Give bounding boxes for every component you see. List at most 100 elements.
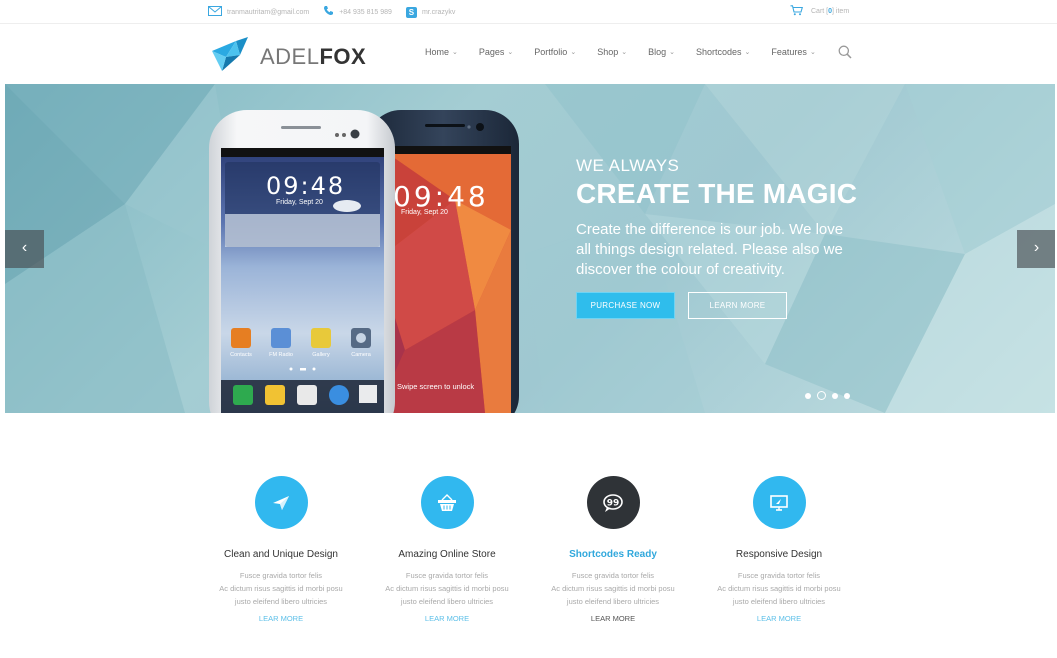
feature-learn-more-link[interactable]: LEAR MORE [425, 614, 469, 623]
fox-logo-icon [210, 37, 250, 76]
app-label-fm-radio: FM Radio [269, 352, 293, 358]
front-phone-time: 09:48 [266, 172, 346, 200]
nav-item-blog[interactable]: Blog ⌄ [648, 47, 675, 57]
envelope-icon [208, 5, 222, 19]
learn-more-button[interactable]: LEARN MORE [688, 292, 787, 319]
email-contact[interactable]: tranmautritam@gmail.com [208, 5, 310, 19]
nav-item-shortcodes[interactable]: Shortcodes ⌄ [696, 47, 750, 57]
feature-responsive-design: Responsive Design Fusce gravida tortor f… [696, 476, 862, 646]
app-label-camera: Camera [351, 352, 371, 358]
nav-label: Portfolio [534, 47, 568, 57]
feature-desc-line: Ac dictum risus sagittis id morbi posu [717, 584, 841, 593]
contact-info: tranmautritam@gmail.com +84 935 815 989 … [208, 5, 455, 19]
nav-item-portfolio[interactable]: Portfolio ⌄ [534, 47, 576, 57]
logo-text: ADELFOX [260, 44, 366, 70]
feature-description: Fusce gravida tortor felis Ac dictum ris… [219, 569, 342, 608]
feature-description: Fusce gravida tortor felis Ac dictum ris… [551, 569, 674, 608]
feature-desc-line: justo eleifend libero ultricies [732, 597, 826, 606]
nav-label: Pages [478, 47, 505, 57]
feature-description: Fusce gravida tortor felis Ac dictum ris… [717, 569, 840, 608]
site-header: ADELFOX Home ⌄ Pages ⌄ Portfolio ⌄ Shop ⌄ Bl… [0, 25, 1057, 83]
nav-label: Shop [597, 47, 619, 57]
slider-dots [805, 391, 850, 400]
app-label-gallery: Gallery [312, 352, 330, 358]
chevron-down-icon: ⌄ [507, 49, 514, 56]
feature-clean-design: Clean and Unique Design Fusce gravida to… [198, 476, 364, 646]
main-nav: Home ⌄ Pages ⌄ Portfolio ⌄ Shop ⌄ Blog ⌄ Shor… [425, 47, 837, 57]
hero-subtitle: WE ALWAYS [576, 156, 680, 175]
chevron-down-icon: ⌄ [744, 49, 751, 56]
slider-dot-3[interactable] [832, 392, 838, 399]
email-text: tranmautritam@gmail.com [227, 8, 310, 16]
feature-desc-line: Ac dictum risus sagittis id morbi posu [219, 584, 343, 593]
feature-description: Fusce gravida tortor felis Ac dictum ris… [385, 569, 508, 608]
feature-desc-line: Fusce gravida tortor felis [405, 571, 489, 580]
skype-text: mr.crazykv [421, 8, 456, 16]
skype-contact[interactable]: S mr.crazykv [405, 6, 456, 18]
hero-text: WE ALWAYS CREATE THE MAGIC Create the di… [576, 156, 857, 280]
top-bar: tranmautritam@gmail.com +84 935 815 989 … [0, 0, 1057, 24]
nav-item-features[interactable]: Features ⌄ [771, 47, 815, 57]
feature-title: Clean and Unique Design [224, 549, 338, 560]
basket-icon [420, 476, 474, 529]
feature-shortcodes: 99 Shortcodes Ready Fusce gravida tortor… [530, 476, 696, 646]
chevron-down-icon: ⌄ [621, 49, 628, 56]
phone-front: 09:48 Friday, Sept 20 Contacts FM Radio … [209, 110, 395, 413]
prev-slide-button[interactable]: ‹ [5, 230, 44, 268]
slider-dot-1[interactable] [805, 392, 811, 399]
cart-prefix: Cart [ [811, 8, 829, 15]
phone-contact[interactable]: +84 935 815 989 [323, 5, 392, 19]
front-phone-date: Friday, Sept 20 [276, 199, 323, 206]
feature-desc-line: Fusce gravida tortor felis [571, 571, 655, 580]
feature-learn-more-link[interactable]: LEAR MORE [757, 614, 801, 623]
feature-learn-more-link[interactable]: LEAR MORE [591, 614, 635, 623]
nav-item-shop[interactable]: Shop ⌄ [597, 47, 627, 57]
phone-text: +84 935 815 989 [339, 8, 392, 16]
logo[interactable]: ADELFOX [210, 37, 366, 76]
quote-bubble-icon: 99 [586, 476, 640, 529]
skype-icon: S [405, 6, 417, 18]
hero-title: CREATE THE MAGIC [576, 178, 858, 209]
feature-desc-line: justo eleifend libero ultricies [234, 597, 328, 606]
nav-item-pages[interactable]: Pages ⌄ [479, 47, 513, 57]
logo-light-text: ADEL [260, 43, 320, 69]
feature-desc-line: Ac dictum risus sagittis id morbi posu [551, 584, 675, 593]
feature-title: Amazing Online Store [398, 549, 496, 560]
phone-icon [323, 5, 334, 19]
hero-slider: 09:48 Friday, Sept 20 Swipe screen to un… [5, 84, 1055, 413]
features-section: Clean and Unique Design Fusce gravida to… [198, 476, 863, 646]
logo-bold-text: FOX [319, 43, 367, 69]
feature-online-store: Amazing Online Store Fusce gravida torto… [364, 476, 530, 646]
chevron-down-icon: ⌄ [570, 49, 577, 56]
feature-desc-line: justo eleifend libero ultricies [566, 597, 660, 606]
slider-dot-2[interactable] [817, 391, 826, 400]
next-slide-button[interactable]: › [1017, 230, 1055, 268]
chevron-down-icon: ⌄ [809, 49, 816, 56]
cart-icon [790, 5, 804, 18]
cart-suffix: ] item [832, 8, 850, 15]
paper-plane-icon [254, 476, 308, 529]
nav-label: Features [771, 47, 807, 57]
hero-description: Create the difference is our job. We lov… [576, 221, 844, 278]
chevron-down-icon: ⌄ [452, 49, 458, 56]
hero-buttons: PURCHASE NOW LEARN MORE [576, 292, 787, 319]
chevron-right-icon: › [1033, 239, 1040, 256]
search-icon[interactable] [838, 45, 852, 59]
feature-title: Shortcodes Ready [569, 549, 657, 560]
feature-desc-line: justo eleifend libero ultricies [400, 597, 494, 606]
feature-learn-more-link[interactable]: LEAR MORE [259, 614, 303, 623]
svg-text:99: 99 [607, 498, 620, 508]
slider-dot-4[interactable] [844, 392, 850, 399]
nav-item-home[interactable]: Home ⌄ [425, 47, 458, 57]
nav-label: Blog [648, 47, 667, 57]
polygon-background [5, 84, 1055, 413]
feature-title: Responsive Design [735, 549, 823, 560]
cart-link[interactable]: Cart [0] item [790, 5, 849, 18]
purchase-now-button[interactable]: PURCHASE NOW [576, 292, 675, 319]
back-phone-date: Friday, Sept 20 [401, 209, 448, 216]
chevron-down-icon: ⌄ [669, 49, 675, 56]
back-phone-unlock: Swipe screen to unlock [397, 382, 475, 391]
feature-desc-line: Fusce gravida tortor felis [239, 571, 323, 580]
monitor-icon [752, 476, 806, 529]
nav-label: Shortcodes [696, 47, 742, 57]
